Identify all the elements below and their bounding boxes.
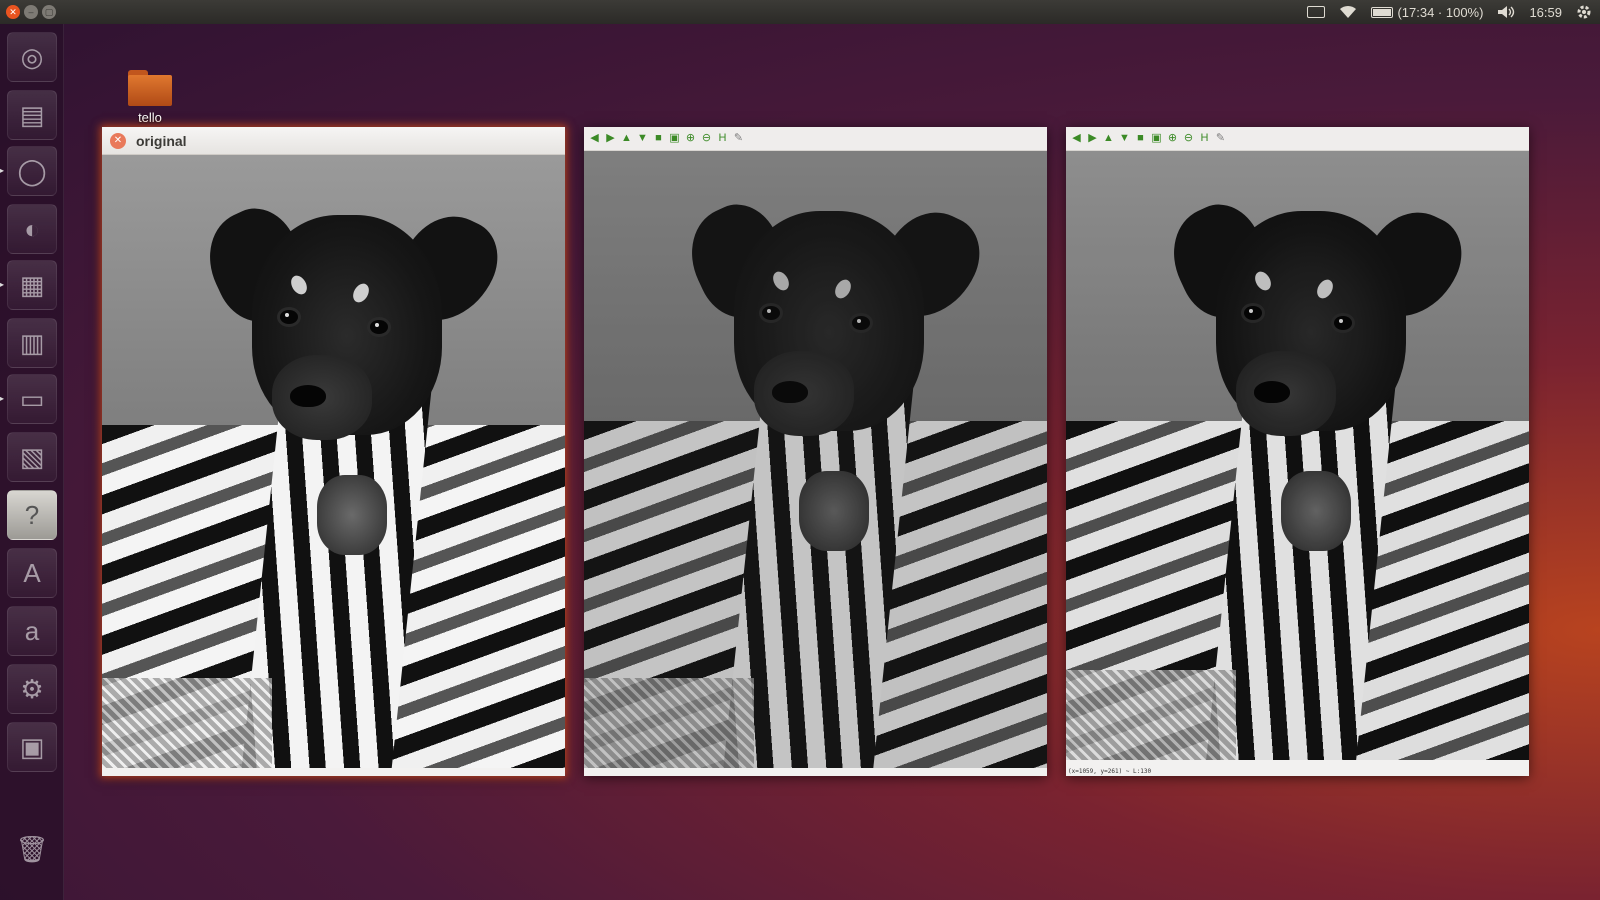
zoom-in-icon[interactable]: ⊕ (684, 132, 697, 145)
arrow-left-icon[interactable]: ◀ (1070, 132, 1083, 145)
folder-icon (128, 70, 172, 106)
arrow-right-icon[interactable]: ▶ (604, 132, 617, 145)
help-icon[interactable]: ? (7, 490, 57, 540)
arrow-down-icon[interactable]: ▼ (1118, 132, 1131, 145)
arrow-right-icon[interactable]: ▶ (1086, 132, 1099, 145)
workspaces-icon[interactable]: ▣ (7, 722, 57, 772)
keyboard-icon[interactable] (1307, 6, 1326, 18)
trash-icon[interactable]: 🗑 (7, 824, 57, 874)
running-indicator (0, 166, 4, 175)
thunderbird-icon[interactable]: ◐ (7, 204, 57, 254)
indicator-area: (17:34 · 100%) 16:59 (1307, 4, 1592, 20)
software-center-icon[interactable]: A (7, 548, 57, 598)
running-indicator (0, 394, 4, 403)
window-titlebar[interactable]: ✕ original (102, 127, 565, 155)
fit-icon[interactable]: H (1198, 132, 1211, 145)
battery-indicator[interactable]: (17:34 · 100%) (1371, 5, 1483, 20)
impress-icon[interactable]: ▧ (7, 432, 57, 482)
volume-icon[interactable] (1497, 5, 1515, 19)
zoom-out-icon[interactable]: ⊖ (1182, 132, 1195, 145)
image-window-original[interactable]: ✕ original (102, 127, 565, 776)
maximize-window-button[interactable]: ▢ (42, 5, 56, 19)
files-icon[interactable]: ▤ (7, 90, 57, 140)
fit-icon[interactable]: H (716, 132, 729, 145)
amazon-icon[interactable]: a (7, 606, 57, 656)
properties-icon[interactable]: ✎ (1214, 132, 1227, 145)
terminal-icon[interactable]: ▭ (7, 374, 57, 424)
pixel-status-bar: (x=1059, y=261) ~ L:130 (1066, 768, 1529, 776)
image-toolbar: ◀ ▶ ▲ ▼ ■ ▣ ⊕ ⊖ H ✎ (1066, 127, 1529, 151)
arrow-up-icon[interactable]: ▲ (620, 132, 633, 145)
image-icon[interactable]: ▣ (668, 132, 681, 145)
image-canvas[interactable] (1066, 151, 1529, 760)
save-image-icon[interactable]: ■ (652, 132, 665, 145)
system-settings-icon[interactable]: ⚙ (7, 664, 57, 714)
zoom-in-icon[interactable]: ⊕ (1166, 132, 1179, 145)
image-window-3[interactable]: ◀ ▶ ▲ ▼ ■ ▣ ⊕ ⊖ H ✎ (x=1059, y=261) ~ L:… (1066, 127, 1529, 776)
gear-icon[interactable] (1576, 4, 1592, 20)
save-image-icon[interactable]: ■ (1134, 132, 1147, 145)
calc-icon[interactable]: ▥ (7, 318, 57, 368)
battery-text: (17:34 · 100%) (1397, 4, 1484, 20)
arrow-left-icon[interactable]: ◀ (588, 132, 601, 145)
ubuntu-dash-icon[interactable]: ◎ (7, 32, 57, 82)
properties-icon[interactable]: ✎ (732, 132, 745, 145)
window-title: original (136, 132, 187, 149)
image-toolbar: ◀ ▶ ▲ ▼ ■ ▣ ⊕ ⊖ H ✎ (584, 127, 1047, 151)
launcher: ◎ ▤ ◯ ◐ ▦ ▥ ▭ ▧ ? A a ⚙ ▣ 🗑 (0, 24, 64, 900)
desktop-folder[interactable]: tello (120, 70, 180, 125)
browser-icon[interactable]: ◯ (7, 146, 57, 196)
close-icon[interactable]: ✕ (110, 132, 126, 149)
minimize-window-button[interactable]: – (24, 5, 38, 19)
wifi-icon[interactable] (1339, 5, 1357, 19)
window-controls: ✕ – ▢ (6, 5, 56, 19)
zoom-out-icon[interactable]: ⊖ (700, 132, 713, 145)
image-icon[interactable]: ▣ (1150, 132, 1163, 145)
clock[interactable]: 16:59 (1529, 5, 1562, 20)
running-indicator (0, 280, 4, 289)
arrow-up-icon[interactable]: ▲ (1102, 132, 1115, 145)
arrow-down-icon[interactable]: ▼ (636, 132, 649, 145)
writer-icon[interactable]: ▦ (7, 260, 57, 310)
image-canvas[interactable] (102, 155, 565, 768)
image-window-2[interactable]: ◀ ▶ ▲ ▼ ■ ▣ ⊕ ⊖ H ✎ (584, 127, 1047, 776)
close-window-button[interactable]: ✕ (6, 5, 20, 19)
top-panel: ✕ – ▢ (17:34 · 100%) 16:59 (0, 0, 1600, 24)
battery-icon (1371, 6, 1394, 18)
image-canvas[interactable] (584, 151, 1047, 768)
desktop-folder-label: tello (138, 110, 162, 125)
